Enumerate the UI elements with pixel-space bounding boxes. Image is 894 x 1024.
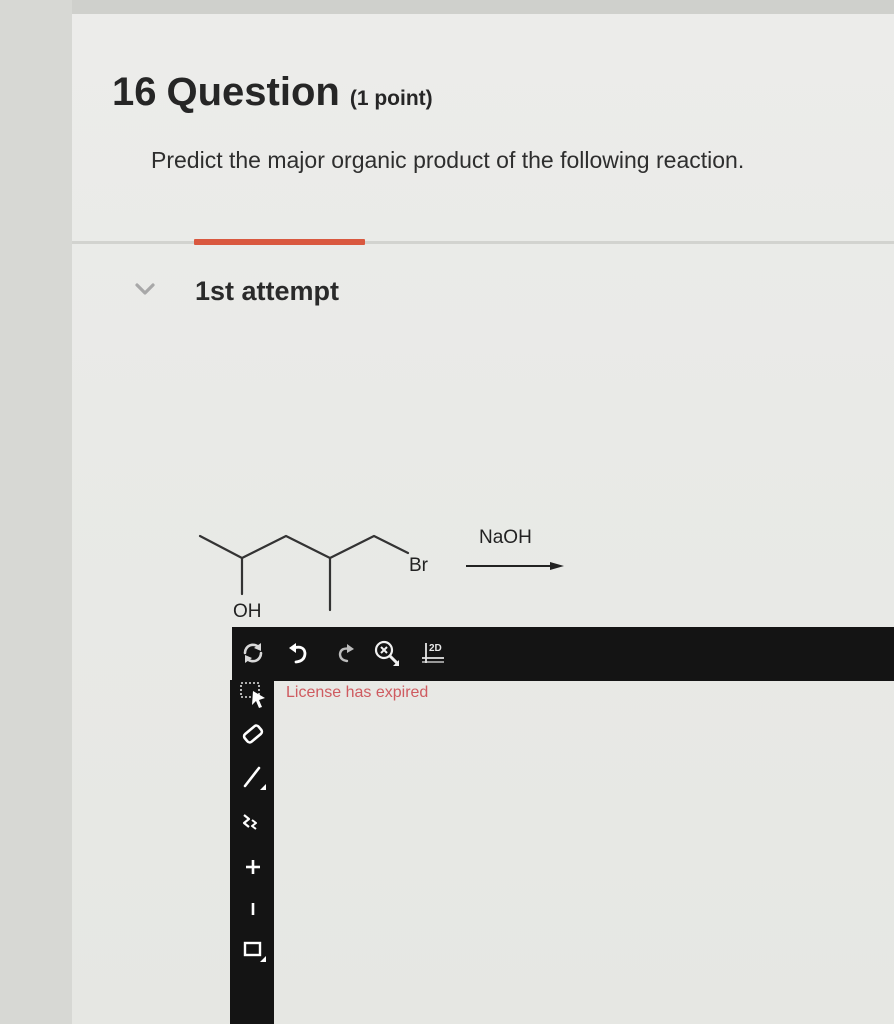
reaction-arrow — [466, 562, 564, 570]
molecule-skeleton — [198, 534, 410, 612]
question-number: 16 — [112, 70, 157, 114]
chain-icon[interactable] — [238, 806, 268, 836]
question-points: (1 point) — [349, 87, 433, 110]
ring-icon[interactable] — [238, 934, 268, 964]
question-header: 16 Question (1 point) — [112, 70, 433, 115]
attempt-label: 1st attempt — [195, 276, 340, 306]
bond-icon[interactable] — [238, 762, 268, 792]
select-icon[interactable] — [238, 680, 268, 710]
page-left-margin — [0, 0, 72, 1024]
2d-label: 2D — [429, 643, 442, 654]
reagent-label: NaOH — [479, 527, 532, 548]
bromine-label: Br — [409, 555, 429, 576]
active-tab-indicator — [194, 239, 365, 245]
hydroxyl-label: OH — [233, 601, 262, 622]
redo-icon[interactable] — [330, 638, 360, 668]
chevron-down-icon[interactable] — [133, 279, 157, 299]
charge-plus-icon[interactable] — [238, 852, 268, 882]
editor-side-toolbar — [230, 680, 274, 1024]
window-top-edge — [0, 0, 894, 14]
undo-icon[interactable] — [284, 638, 314, 668]
2d-clean-icon[interactable]: 2D — [420, 638, 450, 668]
question-title: Question — [166, 70, 340, 114]
refresh-icon[interactable] — [238, 638, 268, 668]
editor-toolbar: 2D — [232, 627, 894, 681]
question-prompt: Predict the major organic product of the… — [151, 147, 745, 173]
eraser-icon[interactable] — [238, 720, 268, 750]
zoom-clear-icon[interactable] — [372, 638, 402, 668]
license-warning: License has expired — [286, 684, 429, 701]
charge-minus-icon[interactable] — [238, 894, 268, 924]
reaction-scheme: Br OH NaOH — [198, 527, 564, 622]
